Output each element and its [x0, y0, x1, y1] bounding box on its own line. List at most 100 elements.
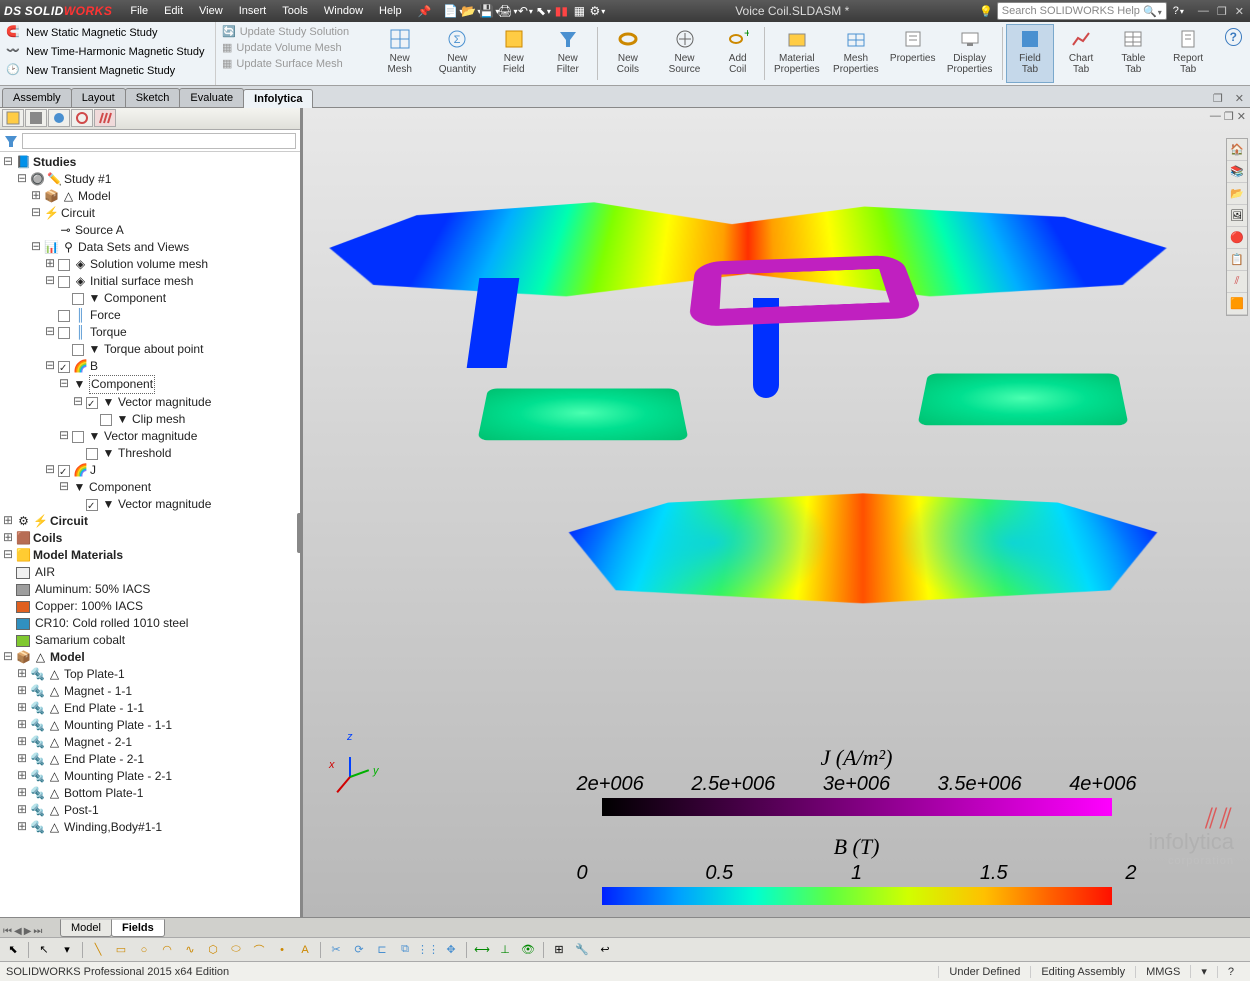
menu-file[interactable]: File	[122, 2, 156, 21]
search-go-icon[interactable]: 🔍▾	[1143, 5, 1162, 18]
tab-infolytica[interactable]: Infolytica	[243, 89, 313, 108]
mesh-props-button[interactable]: Mesh Properties	[827, 24, 885, 83]
relation-icon[interactable]: ⊥	[495, 941, 515, 959]
new-harmonic-study[interactable]: 〰️New Time-Harmonic Magnetic Study	[4, 43, 211, 61]
offset-icon[interactable]: ⊏	[372, 941, 392, 959]
pattern-icon[interactable]: ⋮⋮	[418, 941, 438, 959]
minimize-icon[interactable]: —	[1196, 5, 1211, 18]
panel-close-icon[interactable]: ✕	[1229, 90, 1250, 107]
custom-props-icon[interactable]: 📋	[1227, 249, 1247, 271]
arrow-down-icon[interactable]: ▾	[57, 941, 77, 959]
graphics-viewport[interactable]: — ❐ ✕ 🏠 📚 📂 🖼 🔴 📋 ⫽ 🟧 z	[303, 108, 1250, 917]
study-tree[interactable]: ⊟📘Studies ⊟🔘✏️Study #1 ⊞📦△Model ⊟⚡Circui…	[0, 152, 300, 917]
material-props-button[interactable]: Material Properties	[768, 24, 826, 83]
restore-icon[interactable]: ❐	[1215, 5, 1229, 18]
menu-view[interactable]: View	[191, 2, 231, 21]
text-icon[interactable]: A	[295, 941, 315, 959]
appearances-icon[interactable]: 🔴	[1227, 227, 1247, 249]
new-source-button[interactable]: New Source	[656, 24, 714, 83]
explorer-icon[interactable]: 📂	[1227, 183, 1247, 205]
chart-tab-button[interactable]: Chart Tab	[1055, 24, 1106, 83]
tab-layout[interactable]: Layout	[71, 88, 126, 107]
table-tab-button[interactable]: Table Tab	[1108, 24, 1159, 83]
new-transient-study[interactable]: 🕑New Transient Magnetic Study	[4, 62, 211, 80]
mirror-icon[interactable]: ⧉	[395, 941, 415, 959]
home-icon[interactable]: 🏠	[1227, 139, 1247, 161]
dim-icon[interactable]: ⟷	[472, 941, 492, 959]
rebuild-icon[interactable]: ▮▮	[553, 3, 569, 19]
update-surface-mesh[interactable]: ▦Update Surface Mesh	[220, 56, 366, 71]
tab-prev-icon[interactable]: ◀	[14, 926, 22, 937]
bottom-tab-model[interactable]: Model	[60, 919, 112, 937]
help-bulb-icon[interactable]: 💡	[979, 5, 993, 18]
feature-tree-tab[interactable]	[2, 109, 24, 127]
corner-rect-icon[interactable]: ▭	[111, 941, 131, 959]
open-icon[interactable]: 📂▾	[463, 3, 479, 19]
close-icon[interactable]: ✕	[1233, 5, 1246, 18]
vp-max-icon[interactable]: ❐	[1224, 110, 1234, 123]
circle-icon[interactable]: ○	[134, 941, 154, 959]
new-coils-button[interactable]: New Coils	[601, 24, 654, 83]
trim-icon[interactable]: ✂	[326, 941, 346, 959]
status-help-icon[interactable]: ?	[1217, 966, 1244, 978]
field-tab-button[interactable]: Field Tab	[1006, 24, 1055, 83]
panel-restore-icon[interactable]: ❐	[1207, 90, 1229, 107]
update-volume-mesh[interactable]: ▦Update Volume Mesh	[220, 40, 366, 55]
tab-last-icon[interactable]: ⏭	[33, 926, 42, 937]
properties-button[interactable]: Properties	[886, 24, 940, 83]
undo-icon[interactable]: ↶▾	[517, 3, 533, 19]
vp-close-icon[interactable]: ✕	[1237, 110, 1246, 123]
new-filter-button[interactable]: New Filter	[541, 24, 594, 83]
line-icon[interactable]: ╲	[88, 941, 108, 959]
forum-icon[interactable]: 🟧	[1227, 293, 1247, 315]
add-coil-button[interactable]: +Add Coil	[715, 24, 761, 83]
options-icon[interactable]: ▦	[571, 3, 587, 19]
polygon-icon[interactable]: ⬡	[203, 941, 223, 959]
new-icon[interactable]: 📄▾	[445, 3, 461, 19]
infolytica-tab[interactable]	[94, 109, 116, 127]
repair-icon[interactable]: 🔧	[572, 941, 592, 959]
menu-help[interactable]: Help	[371, 2, 410, 21]
tab-first-icon[interactable]: ⏮	[3, 926, 12, 937]
tab-assembly[interactable]: Assembly	[2, 88, 72, 107]
print-icon[interactable]: 🖨▾	[499, 3, 515, 19]
spline-icon[interactable]: ∿	[180, 941, 200, 959]
filter-icon[interactable]	[4, 134, 18, 148]
property-tab[interactable]	[25, 109, 47, 127]
quick-snap-icon[interactable]: ⊞	[549, 941, 569, 959]
select-icon[interactable]: ⬉▾	[535, 3, 551, 19]
new-mesh-button[interactable]: New Mesh	[372, 24, 427, 83]
tab-evaluate[interactable]: Evaluate	[179, 88, 244, 107]
new-static-study[interactable]: 🧲New Static Magnetic Study	[4, 24, 211, 42]
fillet-icon[interactable]: ⌒	[249, 941, 269, 959]
move-icon[interactable]: ✥	[441, 941, 461, 959]
menu-window[interactable]: Window	[316, 2, 371, 21]
menu-pin-icon[interactable]: 📌	[410, 2, 440, 21]
sketch-exit-icon[interactable]: ↩	[595, 941, 615, 959]
arc-icon[interactable]: ◠	[157, 941, 177, 959]
new-quantity-button[interactable]: ΣNew Quantity	[428, 24, 486, 83]
help-dropdown-icon[interactable]: ?▾	[1173, 5, 1184, 17]
cursor-icon[interactable]: ↖	[34, 941, 54, 959]
select-icon[interactable]: ⬉	[3, 941, 23, 959]
menu-insert[interactable]: Insert	[231, 2, 275, 21]
new-field-button[interactable]: New Field	[487, 24, 540, 83]
view-triad[interactable]: z y x	[333, 737, 383, 787]
tab-sketch[interactable]: Sketch	[125, 88, 181, 107]
convert-icon[interactable]: ⟳	[349, 941, 369, 959]
help-icon[interactable]: ?	[1225, 28, 1242, 46]
filter-input[interactable]	[22, 133, 296, 149]
save-icon[interactable]: 💾▾	[481, 3, 497, 19]
help-search[interactable]: Search SOLIDWORKS Help 🔍▾	[997, 2, 1167, 20]
view-palette-icon[interactable]: 🖼	[1227, 205, 1247, 227]
appearance-tab[interactable]	[71, 109, 93, 127]
display-icon[interactable]: 👁	[518, 941, 538, 959]
update-solution[interactable]: 🔄Update Study Solution	[220, 24, 366, 39]
library-icon[interactable]: 📚	[1227, 161, 1247, 183]
menu-edit[interactable]: Edit	[156, 2, 191, 21]
point-icon[interactable]: •	[272, 941, 292, 959]
status-units[interactable]: MMGS	[1135, 966, 1190, 978]
infolytica-pane-icon[interactable]: ⫽	[1227, 271, 1247, 293]
report-tab-button[interactable]: Report Tab	[1160, 24, 1217, 83]
config-tab[interactable]	[48, 109, 70, 127]
